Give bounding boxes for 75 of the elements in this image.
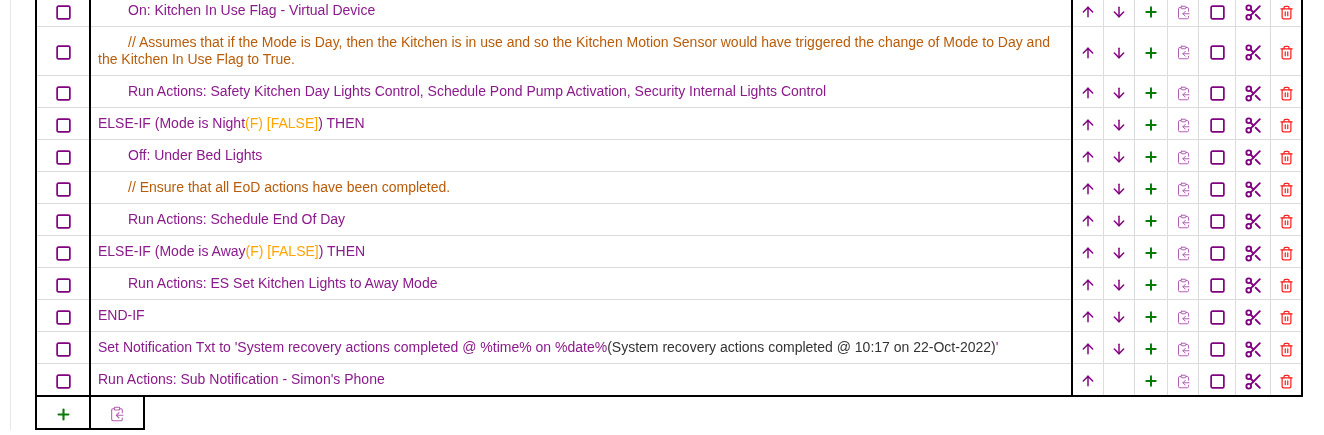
select-checkbox[interactable] xyxy=(1208,372,1226,390)
delete-icon[interactable] xyxy=(1278,45,1294,61)
delete-icon[interactable] xyxy=(1278,149,1294,165)
select-checkbox[interactable] xyxy=(1208,244,1226,262)
delete-icon[interactable] xyxy=(1278,213,1294,229)
row-checkbox[interactable] xyxy=(54,44,72,61)
select-checkbox[interactable] xyxy=(1208,44,1226,61)
row-checkbox[interactable] xyxy=(54,244,72,262)
copy-icon[interactable] xyxy=(1175,277,1191,293)
copy-icon[interactable] xyxy=(1175,341,1191,357)
action-text: On: Kitchen In Use Flag - Virtual Device xyxy=(127,1,377,20)
action-text: END-IF xyxy=(97,306,146,325)
cut-icon[interactable] xyxy=(1243,179,1263,199)
select-checkbox[interactable] xyxy=(1208,148,1226,166)
cut-icon[interactable] xyxy=(1243,43,1263,62)
delete-icon[interactable] xyxy=(1278,341,1294,357)
cut-icon[interactable] xyxy=(1243,275,1263,295)
select-checkbox[interactable] xyxy=(1208,180,1226,198)
delete-icon[interactable] xyxy=(1278,85,1294,101)
select-checkbox[interactable] xyxy=(1208,308,1226,326)
cut-icon[interactable] xyxy=(1243,371,1263,391)
row-checkbox[interactable] xyxy=(54,148,72,166)
row-checkbox[interactable] xyxy=(54,276,72,294)
delete-icon[interactable] xyxy=(1278,4,1294,20)
action-text: Off: Under Bed Lights xyxy=(127,146,264,165)
copy-icon[interactable] xyxy=(1175,4,1191,20)
copy-icon[interactable] xyxy=(1175,373,1191,389)
cut-icon[interactable] xyxy=(1243,147,1263,167)
row-checkbox[interactable] xyxy=(54,372,72,390)
copy-icon[interactable] xyxy=(1175,149,1191,165)
copy-icon[interactable] xyxy=(1175,181,1191,197)
delete-icon[interactable] xyxy=(1278,277,1294,293)
delete-icon[interactable] xyxy=(1278,309,1294,325)
cut-icon[interactable] xyxy=(1243,307,1263,327)
row-checkbox[interactable] xyxy=(54,180,72,198)
delete-icon[interactable] xyxy=(1278,245,1294,261)
cut-icon[interactable] xyxy=(1243,339,1263,359)
action-text: Run Actions: Sub Notification - Simon's Phone xyxy=(97,370,386,389)
add-icon[interactable] xyxy=(1143,44,1159,61)
copy-icon[interactable] xyxy=(1175,213,1191,229)
select-checkbox[interactable] xyxy=(1208,276,1226,294)
row-checkbox[interactable] xyxy=(54,340,72,358)
row-checkbox[interactable] xyxy=(54,308,72,326)
cut-icon[interactable] xyxy=(1243,2,1263,22)
delete-icon[interactable] xyxy=(1278,373,1294,389)
row-checkbox[interactable] xyxy=(54,84,72,102)
action-text: Run Actions: ES Set Kitchen Lights to Away Mode xyxy=(127,274,439,293)
action-text: Run Actions: Schedule End Of Day xyxy=(127,210,347,229)
cut-icon[interactable] xyxy=(1243,243,1263,263)
cut-icon[interactable] xyxy=(1243,83,1263,103)
action-text: Run Actions: Safety Kitchen Day Lights Control, Schedule Pond Pump Activation, Security Internal Lights Control xyxy=(127,82,828,101)
copy-icon[interactable] xyxy=(1175,117,1191,133)
copy-icon[interactable] xyxy=(1175,85,1191,101)
delete-icon[interactable] xyxy=(1278,117,1294,133)
action-text: // Assumes that if the Mode is Day, then the Kitchen is in use and so the Kitchen Motion Sensor would have triggered the change of Mode to Day and the Kitchen In Use Flag to True. xyxy=(97,33,1051,69)
add-icon[interactable] xyxy=(54,405,72,423)
row-checkbox[interactable] xyxy=(54,116,72,134)
paste-icon[interactable] xyxy=(109,406,125,423)
action-text: Set Notification Txt to 'System recovery actions completed @ %time% on %date%(System recovery actions completed @ 10:17 on 22-Oct-2022)' xyxy=(97,338,1000,357)
select-checkbox[interactable] xyxy=(1208,212,1226,230)
select-checkbox[interactable] xyxy=(1208,84,1226,102)
copy-icon[interactable] xyxy=(1175,309,1191,325)
action-text: ELSE-IF (Mode is Away(F) [FALSE]) THEN xyxy=(97,242,367,261)
cut-icon[interactable] xyxy=(1243,115,1263,135)
select-checkbox[interactable] xyxy=(1208,116,1226,134)
select-checkbox[interactable] xyxy=(1208,340,1226,358)
action-text: ELSE-IF (Mode is Night(F) [FALSE]) THEN xyxy=(97,114,366,133)
action-text: // Ensure that all EoD actions have been completed. xyxy=(127,178,452,197)
copy-icon[interactable] xyxy=(1175,245,1191,261)
delete-icon[interactable] xyxy=(1278,181,1294,197)
row-checkbox[interactable] xyxy=(54,3,72,21)
cut-icon[interactable] xyxy=(1243,211,1263,231)
select-checkbox[interactable] xyxy=(1208,3,1226,21)
copy-icon[interactable] xyxy=(1175,45,1191,61)
row-checkbox[interactable] xyxy=(54,212,72,230)
